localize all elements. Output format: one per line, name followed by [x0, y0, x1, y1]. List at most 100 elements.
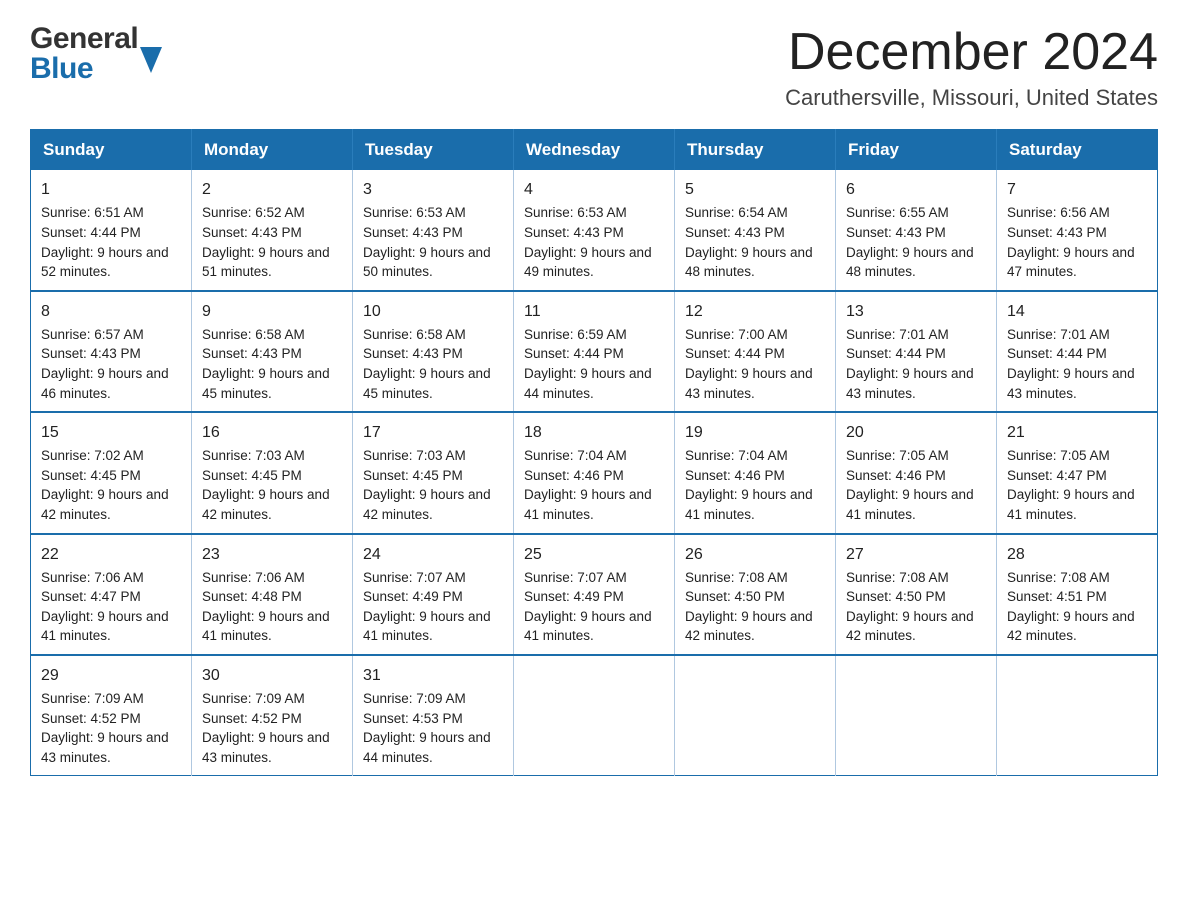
- day-info: Sunrise: 7:09 AMSunset: 4:53 PMDaylight:…: [363, 691, 491, 765]
- day-number: 12: [685, 300, 825, 323]
- day-number: 3: [363, 178, 503, 201]
- calendar-day-cell: 10Sunrise: 6:58 AMSunset: 4:43 PMDayligh…: [353, 291, 514, 412]
- day-info: Sunrise: 7:03 AMSunset: 4:45 PMDaylight:…: [202, 448, 330, 522]
- day-info: Sunrise: 7:00 AMSunset: 4:44 PMDaylight:…: [685, 327, 813, 401]
- day-info: Sunrise: 7:05 AMSunset: 4:46 PMDaylight:…: [846, 448, 974, 522]
- day-number: 17: [363, 421, 503, 444]
- day-number: 24: [363, 543, 503, 566]
- day-info: Sunrise: 7:01 AMSunset: 4:44 PMDaylight:…: [846, 327, 974, 401]
- day-number: 29: [41, 664, 181, 687]
- day-info: Sunrise: 7:04 AMSunset: 4:46 PMDaylight:…: [524, 448, 652, 522]
- calendar-day-cell: 19 Sunrise: 7:04 AMSunset: 4:46 PMDayligh…: [675, 412, 836, 533]
- day-info: Sunrise: 7:05 AMSunset: 4:47 PMDaylight:…: [1007, 448, 1135, 522]
- day-number: 21: [1007, 421, 1147, 444]
- calendar-day-cell: 2Sunrise: 6:52 AMSunset: 4:43 PMDaylight…: [192, 170, 353, 290]
- calendar-day-cell: 18 Sunrise: 7:04 AMSunset: 4:46 PMDayligh…: [514, 412, 675, 533]
- day-info: Sunrise: 7:04 AMSunset: 4:46 PMDaylight:…: [685, 448, 813, 522]
- day-number: 15: [41, 421, 181, 444]
- day-number: 30: [202, 664, 342, 687]
- weekday-header-thursday: Thursday: [675, 130, 836, 171]
- day-info: Sunrise: 6:58 AMSunset: 4:43 PMDaylight:…: [202, 327, 330, 401]
- calendar-day-cell: 27Sunrise: 7:08 AMSunset: 4:50 PMDayligh…: [836, 534, 997, 655]
- calendar-day-cell: [997, 655, 1158, 776]
- day-number: 26: [685, 543, 825, 566]
- day-info: Sunrise: 7:07 AMSunset: 4:49 PMDaylight:…: [524, 570, 652, 644]
- weekday-header-saturday: Saturday: [997, 130, 1158, 171]
- calendar-day-cell: 21 Sunrise: 7:05 AMSunset: 4:47 PMDayligh…: [997, 412, 1158, 533]
- day-number: 11: [524, 300, 664, 323]
- calendar-day-cell: 5Sunrise: 6:54 AMSunset: 4:43 PMDaylight…: [675, 170, 836, 290]
- calendar-day-cell: 17 Sunrise: 7:03 AMSunset: 4:45 PMDayligh…: [353, 412, 514, 533]
- page-subtitle: Caruthersville, Missouri, United States: [785, 85, 1158, 111]
- calendar-day-cell: 20 Sunrise: 7:05 AMSunset: 4:46 PMDayligh…: [836, 412, 997, 533]
- day-info: Sunrise: 6:53 AMSunset: 4:43 PMDaylight:…: [524, 205, 652, 279]
- calendar-day-cell: 26 Sunrise: 7:08 AMSunset: 4:50 PMDayligh…: [675, 534, 836, 655]
- calendar-day-cell: 16 Sunrise: 7:03 AMSunset: 4:45 PMDayligh…: [192, 412, 353, 533]
- day-number: 22: [41, 543, 181, 566]
- calendar-day-cell: 4 Sunrise: 6:53 AMSunset: 4:43 PMDaylight…: [514, 170, 675, 290]
- calendar-week-row: 29 Sunrise: 7:09 AMSunset: 4:52 PMDayligh…: [31, 655, 1158, 776]
- day-info: Sunrise: 7:07 AMSunset: 4:49 PMDaylight:…: [363, 570, 491, 644]
- day-number: 6: [846, 178, 986, 201]
- calendar-day-cell: 8 Sunrise: 6:57 AMSunset: 4:43 PMDaylight…: [31, 291, 192, 412]
- day-number: 4: [524, 178, 664, 201]
- day-number: 1: [41, 178, 181, 201]
- calendar-day-cell: 12 Sunrise: 7:00 AMSunset: 4:44 PMDayligh…: [675, 291, 836, 412]
- day-number: 28: [1007, 543, 1147, 566]
- day-info: Sunrise: 7:08 AMSunset: 4:50 PMDaylight:…: [685, 570, 813, 644]
- calendar-header: SundayMondayTuesdayWednesdayThursdayFrid…: [31, 130, 1158, 171]
- calendar-day-cell: 6Sunrise: 6:55 AMSunset: 4:43 PMDaylight…: [836, 170, 997, 290]
- day-number: 8: [41, 300, 181, 323]
- day-number: 27: [846, 543, 986, 566]
- day-info: Sunrise: 7:08 AMSunset: 4:51 PMDaylight:…: [1007, 570, 1135, 644]
- day-number: 5: [685, 178, 825, 201]
- weekday-header-row: SundayMondayTuesdayWednesdayThursdayFrid…: [31, 130, 1158, 171]
- calendar-day-cell: [514, 655, 675, 776]
- calendar-week-row: 1 Sunrise: 6:51 AMSunset: 4:44 PMDaylight…: [31, 170, 1158, 290]
- logo: General Blue: [30, 24, 162, 84]
- day-number: 25: [524, 543, 664, 566]
- weekday-header-monday: Monday: [192, 130, 353, 171]
- weekday-header-sunday: Sunday: [31, 130, 192, 171]
- day-number: 19: [685, 421, 825, 444]
- day-number: 31: [363, 664, 503, 687]
- weekday-header-friday: Friday: [836, 130, 997, 171]
- logo-blue-text: Blue: [30, 54, 138, 84]
- day-number: 7: [1007, 178, 1147, 201]
- calendar-body: 1 Sunrise: 6:51 AMSunset: 4:44 PMDaylight…: [31, 170, 1158, 776]
- day-number: 23: [202, 543, 342, 566]
- day-number: 20: [846, 421, 986, 444]
- calendar-day-cell: 3 Sunrise: 6:53 AMSunset: 4:43 PMDaylight…: [353, 170, 514, 290]
- day-info: Sunrise: 6:53 AMSunset: 4:43 PMDaylight:…: [363, 205, 491, 279]
- day-info: Sunrise: 7:06 AMSunset: 4:47 PMDaylight:…: [41, 570, 169, 644]
- day-info: Sunrise: 6:59 AMSunset: 4:44 PMDaylight:…: [524, 327, 652, 401]
- day-info: Sunrise: 6:51 AMSunset: 4:44 PMDaylight:…: [41, 205, 169, 279]
- day-info: Sunrise: 7:09 AMSunset: 4:52 PMDaylight:…: [41, 691, 169, 765]
- calendar-table: SundayMondayTuesdayWednesdayThursdayFrid…: [30, 129, 1158, 776]
- day-info: Sunrise: 7:06 AMSunset: 4:48 PMDaylight:…: [202, 570, 330, 644]
- day-info: Sunrise: 7:03 AMSunset: 4:45 PMDaylight:…: [363, 448, 491, 522]
- logo-triangle-icon: [140, 47, 162, 73]
- day-number: 18: [524, 421, 664, 444]
- calendar-day-cell: 13 Sunrise: 7:01 AMSunset: 4:44 PMDayligh…: [836, 291, 997, 412]
- calendar-day-cell: 23 Sunrise: 7:06 AMSunset: 4:48 PMDayligh…: [192, 534, 353, 655]
- day-number: 16: [202, 421, 342, 444]
- calendar-day-cell: 29 Sunrise: 7:09 AMSunset: 4:52 PMDayligh…: [31, 655, 192, 776]
- day-info: Sunrise: 7:01 AMSunset: 4:44 PMDaylight:…: [1007, 327, 1135, 401]
- day-number: 13: [846, 300, 986, 323]
- calendar-day-cell: 28 Sunrise: 7:08 AMSunset: 4:51 PMDayligh…: [997, 534, 1158, 655]
- calendar-week-row: 8 Sunrise: 6:57 AMSunset: 4:43 PMDaylight…: [31, 291, 1158, 412]
- calendar-day-cell: 25 Sunrise: 7:07 AMSunset: 4:49 PMDayligh…: [514, 534, 675, 655]
- calendar-day-cell: 7Sunrise: 6:56 AMSunset: 4:43 PMDaylight…: [997, 170, 1158, 290]
- day-number: 9: [202, 300, 342, 323]
- calendar-day-cell: 15 Sunrise: 7:02 AMSunset: 4:45 PMDayligh…: [31, 412, 192, 533]
- day-info: Sunrise: 7:02 AMSunset: 4:45 PMDaylight:…: [41, 448, 169, 522]
- calendar-day-cell: 9 Sunrise: 6:58 AMSunset: 4:43 PMDaylight…: [192, 291, 353, 412]
- day-info: Sunrise: 6:57 AMSunset: 4:43 PMDaylight:…: [41, 327, 169, 401]
- calendar-day-cell: 31 Sunrise: 7:09 AMSunset: 4:53 PMDayligh…: [353, 655, 514, 776]
- calendar-day-cell: 30Sunrise: 7:09 AMSunset: 4:52 PMDayligh…: [192, 655, 353, 776]
- day-number: 10: [363, 300, 503, 323]
- weekday-header-wednesday: Wednesday: [514, 130, 675, 171]
- calendar-week-row: 22 Sunrise: 7:06 AMSunset: 4:47 PMDayligh…: [31, 534, 1158, 655]
- day-info: Sunrise: 6:52 AMSunset: 4:43 PMDaylight:…: [202, 205, 330, 279]
